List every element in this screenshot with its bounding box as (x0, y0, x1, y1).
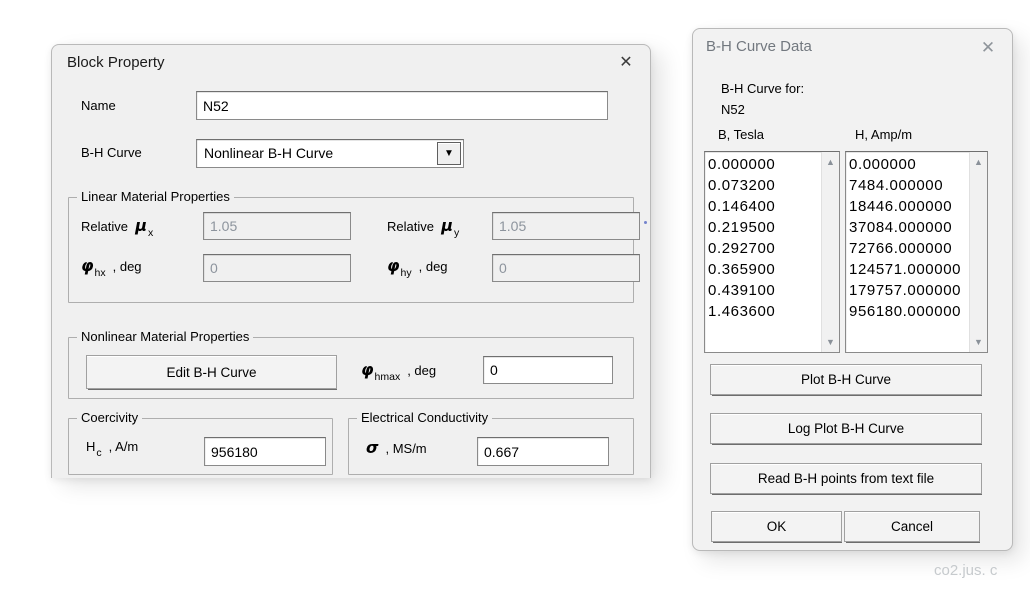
list-item[interactable]: 0.292700 (708, 238, 821, 259)
cancel-button[interactable]: Cancel (844, 511, 980, 542)
b-values-listbox[interactable]: 0.0000000.0732000.1464000.2195000.292700… (704, 151, 840, 353)
h-column-label: H, Amp/m (855, 127, 912, 142)
list-item[interactable]: 18446.000000 (849, 196, 969, 217)
nonlinear-material-groupbox: Nonlinear Material Properties Edit B-H C… (68, 337, 634, 399)
curve-for-label: B-H Curve for: (721, 81, 804, 96)
list-item[interactable]: 0.073200 (708, 175, 821, 196)
phi-hmax-label: φhmax, deg (361, 360, 436, 379)
close-icon[interactable]: ✕ (977, 36, 999, 58)
mu-symbol: μ (441, 216, 453, 235)
sigma-label: σ, MS/m (366, 438, 427, 457)
phi-symbol: φ (81, 256, 94, 275)
b-list-scrollbar[interactable]: ▲ ▼ (821, 152, 839, 352)
list-item[interactable]: 37084.000000 (849, 217, 969, 238)
relative-mu-x-input[interactable] (203, 212, 351, 240)
bh-curve-selected-value: Nonlinear B-H Curve (204, 145, 333, 161)
relative-mu-y-label: Relative μy (387, 216, 459, 235)
bh-curve-titlebar[interactable]: B-H Curve Data ✕ (693, 29, 1012, 65)
hc-input[interactable] (204, 437, 326, 466)
phi-symbol: φ (361, 360, 374, 379)
list-item[interactable]: 0.000000 (708, 154, 821, 175)
chevron-down-icon: ▼ (444, 149, 454, 159)
block-property-titlebar[interactable]: Block Property ✕ (52, 45, 650, 81)
scroll-up-icon[interactable]: ▲ (822, 154, 839, 170)
list-item[interactable]: 72766.000000 (849, 238, 969, 259)
coercivity-groupbox: Coercivity Hc, A/m (68, 418, 333, 475)
hc-label: Hc, A/m (86, 439, 138, 454)
h-values-list: 0.0000007484.00000018446.00000037084.000… (846, 152, 969, 352)
log-plot-bh-curve-button[interactable]: Log Plot B-H Curve (710, 413, 982, 444)
close-icon[interactable]: ✕ (615, 52, 637, 74)
list-item[interactable]: 179757.000000 (849, 280, 969, 301)
screen-artifact-dot (644, 221, 647, 224)
block-property-dialog: Block Property ✕ Name B-H Curve Nonlinea… (51, 44, 651, 478)
name-label: Name (81, 98, 116, 113)
coercivity-group-title: Coercivity (77, 410, 142, 425)
phi-hy-label: φhy, deg (387, 256, 448, 275)
h-list-scrollbar[interactable]: ▲ ▼ (969, 152, 987, 352)
scroll-down-icon[interactable]: ▼ (822, 334, 839, 350)
list-item[interactable]: 1.463600 (708, 301, 821, 322)
sigma-input[interactable] (477, 437, 609, 466)
scroll-down-icon[interactable]: ▼ (970, 334, 987, 350)
list-item[interactable]: 0.219500 (708, 217, 821, 238)
bh-curve-label: B-H Curve (81, 145, 142, 160)
phi-hx-input[interactable] (203, 254, 351, 282)
edit-bh-curve-button[interactable]: Edit B-H Curve (86, 355, 337, 389)
dialog-title: B-H Curve Data (706, 38, 812, 55)
dialog-title: Block Property (67, 54, 165, 71)
watermark-text: co2.jus. c (934, 562, 997, 579)
combo-dropdown-button[interactable]: ▼ (437, 142, 461, 165)
phi-hy-input[interactable] (492, 254, 640, 282)
phi-hx-label: φhx, deg (81, 256, 142, 275)
b-column-label: B, Tesla (718, 127, 764, 142)
h-values-listbox[interactable]: 0.0000007484.00000018446.00000037084.000… (845, 151, 988, 353)
phi-hmax-input[interactable] (483, 356, 613, 384)
list-item[interactable]: 0.439100 (708, 280, 821, 301)
linear-group-title: Linear Material Properties (77, 189, 234, 204)
list-item[interactable]: 0.000000 (849, 154, 969, 175)
plot-bh-curve-button[interactable]: Plot B-H Curve (710, 364, 982, 395)
conductivity-groupbox: Electrical Conductivity σ, MS/m (348, 418, 634, 475)
bh-curve-select[interactable]: Nonlinear B-H Curve ▼ (196, 139, 464, 168)
relative-mu-x-label: Relative μx (81, 216, 153, 235)
scroll-up-icon[interactable]: ▲ (970, 154, 987, 170)
name-input[interactable] (196, 91, 608, 120)
curve-name: N52 (721, 102, 745, 117)
linear-material-groupbox: Linear Material Properties Relative μx R… (68, 197, 634, 303)
sigma-symbol: σ (366, 438, 378, 457)
list-item[interactable]: 956180.000000 (849, 301, 969, 322)
b-values-list: 0.0000000.0732000.1464000.2195000.292700… (705, 152, 821, 352)
nonlinear-group-title: Nonlinear Material Properties (77, 329, 253, 344)
read-bh-points-button[interactable]: Read B-H points from text file (710, 463, 982, 494)
bh-curve-data-dialog: B-H Curve Data ✕ B-H Curve for: N52 B, T… (692, 28, 1013, 551)
ok-button[interactable]: OK (711, 511, 842, 542)
phi-symbol: φ (387, 256, 400, 275)
relative-mu-y-input[interactable] (492, 212, 640, 240)
list-item[interactable]: 124571.000000 (849, 259, 969, 280)
mu-symbol: μ (135, 216, 147, 235)
list-item[interactable]: 7484.000000 (849, 175, 969, 196)
conductivity-group-title: Electrical Conductivity (357, 410, 492, 425)
list-item[interactable]: 0.146400 (708, 196, 821, 217)
list-item[interactable]: 0.365900 (708, 259, 821, 280)
